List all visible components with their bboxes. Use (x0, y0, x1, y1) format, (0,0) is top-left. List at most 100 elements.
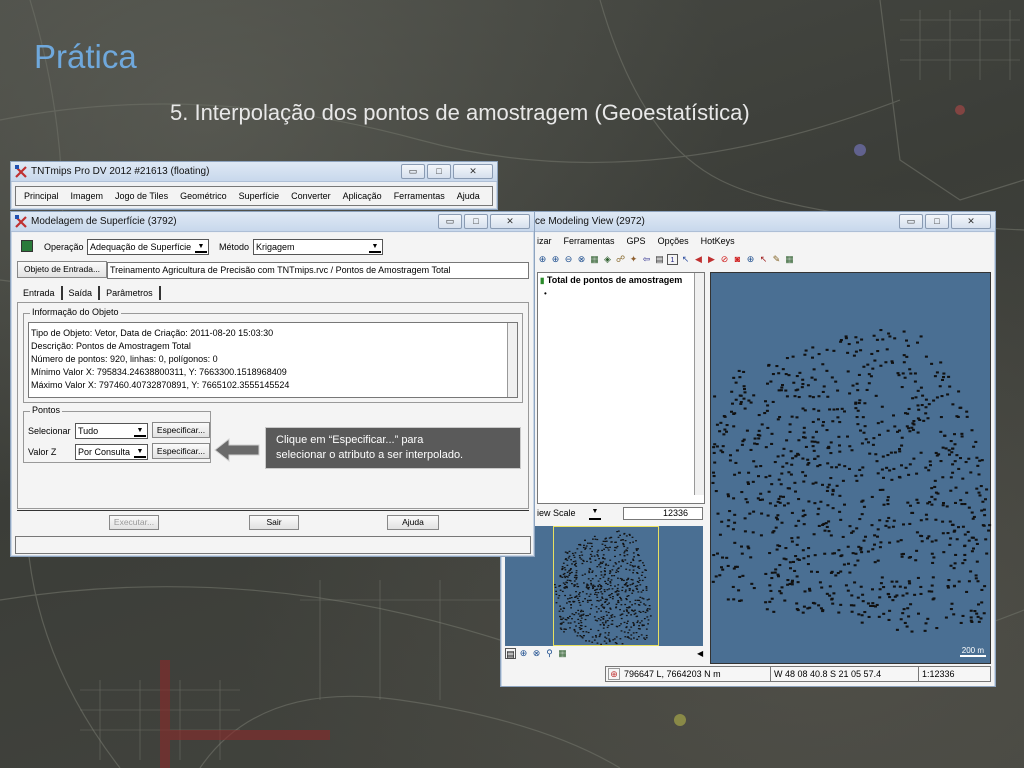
back-icon[interactable]: ◀ (693, 254, 704, 265)
zoom-in-icon[interactable]: ⊕ (550, 254, 561, 265)
sample-point (779, 483, 783, 486)
sample-point (870, 352, 874, 355)
zvalue-dropdown[interactable]: Por Consulta ▼ (75, 444, 148, 460)
sample-point (749, 401, 753, 404)
grid-icon[interactable]: ▦ (589, 254, 600, 265)
model-close-button[interactable]: ✕ (490, 214, 530, 229)
sample-point (751, 531, 755, 534)
menu-item-imagem[interactable]: Imagem (71, 191, 104, 201)
sample-point (880, 576, 884, 579)
pointer-tool-icon[interactable]: ↖ (680, 254, 691, 265)
binoculars-icon[interactable]: ☍ (615, 254, 626, 265)
execute-button[interactable]: Executar... (109, 515, 159, 530)
specify-zvalue-button[interactable]: Especificar... (152, 443, 210, 459)
select-icon[interactable]: ↖ (758, 254, 769, 265)
locator-zoom-box-icon[interactable]: ⊗ (531, 648, 542, 659)
layers-icon[interactable]: ◈ (602, 254, 613, 265)
menu-item-principal[interactable]: Principal (24, 191, 59, 201)
sample-point (887, 332, 891, 335)
sample-point (886, 499, 890, 502)
help-button[interactable]: Ajuda (387, 515, 439, 530)
scale-1-icon[interactable]: 1 (667, 254, 678, 265)
locator-legend-icon[interactable]: ▤ (505, 648, 516, 659)
arrow-left-icon[interactable]: ⇦ (641, 254, 652, 265)
view-menu-item-ferramentas[interactable]: Ferramentas (564, 236, 615, 246)
tab-parametros[interactable]: Parâmetros (100, 286, 161, 300)
view-menu-item-visualizar[interactable]: izar (537, 236, 552, 246)
tab-saida[interactable]: Saída (63, 286, 101, 300)
view-menu-item-opcoes[interactable]: Opções (658, 236, 689, 246)
zoom-out-icon[interactable]: ⊖ (563, 254, 574, 265)
layer-list-scrollbar[interactable] (694, 273, 704, 495)
table-icon[interactable]: ▦ (784, 254, 795, 265)
tab-entrada[interactable]: Entrada (17, 286, 63, 300)
object-info-textbox[interactable]: Tipo de Objeto: Vetor, Data de Criação: … (28, 322, 518, 398)
zoom-icon[interactable]: ⊕ (745, 254, 756, 265)
menu-item-ajuda[interactable]: Ajuda (457, 191, 480, 201)
layer-visibility-icon[interactable]: ▮ (540, 276, 544, 285)
view-minimize-button[interactable]: ▭ (899, 214, 923, 229)
view-close-button[interactable]: ✕ (951, 214, 991, 229)
scale-value-field[interactable]: 12336 (623, 507, 703, 520)
method-select[interactable]: Krigagem ▼ (253, 239, 383, 255)
locator-zoom-in-icon[interactable]: ⊕ (518, 648, 529, 659)
specify-select-button[interactable]: Especificar... (152, 422, 210, 438)
select-dropdown[interactable]: Tudo ▼ (75, 423, 148, 439)
sample-point (816, 513, 820, 516)
sample-point (935, 396, 939, 399)
sample-point (910, 630, 914, 633)
info-scrollbar[interactable] (507, 323, 517, 397)
menu-item-aplicacao[interactable]: Aplicação (343, 191, 382, 201)
close-button[interactable]: ✕ (453, 164, 493, 179)
sample-point (970, 429, 974, 432)
locator-grid-icon[interactable]: ▦ (557, 648, 568, 659)
print-icon[interactable]: ▤ (654, 254, 665, 265)
sample-point (771, 531, 775, 534)
model-maximize-button[interactable]: □ (464, 214, 488, 229)
sample-point (878, 546, 882, 549)
sample-point (858, 518, 862, 521)
sample-point (977, 473, 981, 476)
layer-item[interactable]: ▮ Total de pontos de amostragem (540, 275, 682, 285)
sample-point (969, 570, 973, 573)
redraw-icon[interactable]: ◙ (732, 254, 743, 265)
sample-point (869, 375, 873, 378)
sample-point (880, 468, 884, 471)
pan-icon[interactable]: ⊕ (537, 254, 548, 265)
operation-select[interactable]: Adequação de Superfície ▼ (87, 239, 209, 255)
locator-collapse-icon[interactable]: ◀ (697, 649, 703, 658)
save-settings-icon[interactable] (21, 240, 33, 252)
gps-crosshair-icon[interactable]: ⊕ (608, 668, 620, 680)
sample-point (948, 520, 952, 523)
model-window-titlebar[interactable]: Modelagem de Superfície (3792) ▭ □ ✕ (11, 212, 534, 232)
locator-extent-box[interactable] (553, 526, 659, 646)
zoom-box-icon[interactable]: ⊗ (576, 254, 587, 265)
menu-item-ferramentas[interactable]: Ferramentas (394, 191, 445, 201)
stop-icon[interactable]: ⊘ (719, 254, 730, 265)
view-scale-dropdown-icon[interactable]: ▼ (589, 508, 601, 520)
exit-button[interactable]: Sair (249, 515, 299, 530)
model-minimize-button[interactable]: ▭ (438, 214, 462, 229)
sample-point (896, 430, 899, 433)
menu-item-converter[interactable]: Converter (291, 191, 331, 201)
sample-point (854, 336, 858, 339)
menu-item-geometrico[interactable]: Geométrico (180, 191, 227, 201)
edit-icon[interactable]: ✎ (771, 254, 782, 265)
locator-magnify-icon[interactable]: ⚲ (544, 648, 555, 659)
sample-point (768, 474, 772, 477)
forward-icon[interactable]: ▶ (706, 254, 717, 265)
gps-icon[interactable]: ✦ (628, 254, 639, 265)
view-menu-item-hotkeys[interactable]: HotKeys (701, 236, 735, 246)
menu-window-titlebar[interactable]: TNTmips Pro DV 2012 #21613 (floating) ▭ … (11, 162, 497, 182)
input-object-button[interactable]: Objeto de Entrada... (17, 261, 107, 278)
sample-point (847, 562, 850, 565)
sample-point (975, 612, 979, 615)
menu-item-superficie[interactable]: Superfície (239, 191, 280, 201)
view-maximize-button[interactable]: □ (925, 214, 949, 229)
main-map-view[interactable]: 200 m (710, 272, 992, 664)
minimize-button[interactable]: ▭ (401, 164, 425, 179)
maximize-button[interactable]: □ (427, 164, 451, 179)
menu-item-jogo-de-tiles[interactable]: Jogo de Tiles (115, 191, 168, 201)
view-menu-item-gps[interactable]: GPS (627, 236, 646, 246)
view-window-titlebar[interactable]: ce Modeling View (2972) ▭ □ ✕ (501, 212, 995, 232)
